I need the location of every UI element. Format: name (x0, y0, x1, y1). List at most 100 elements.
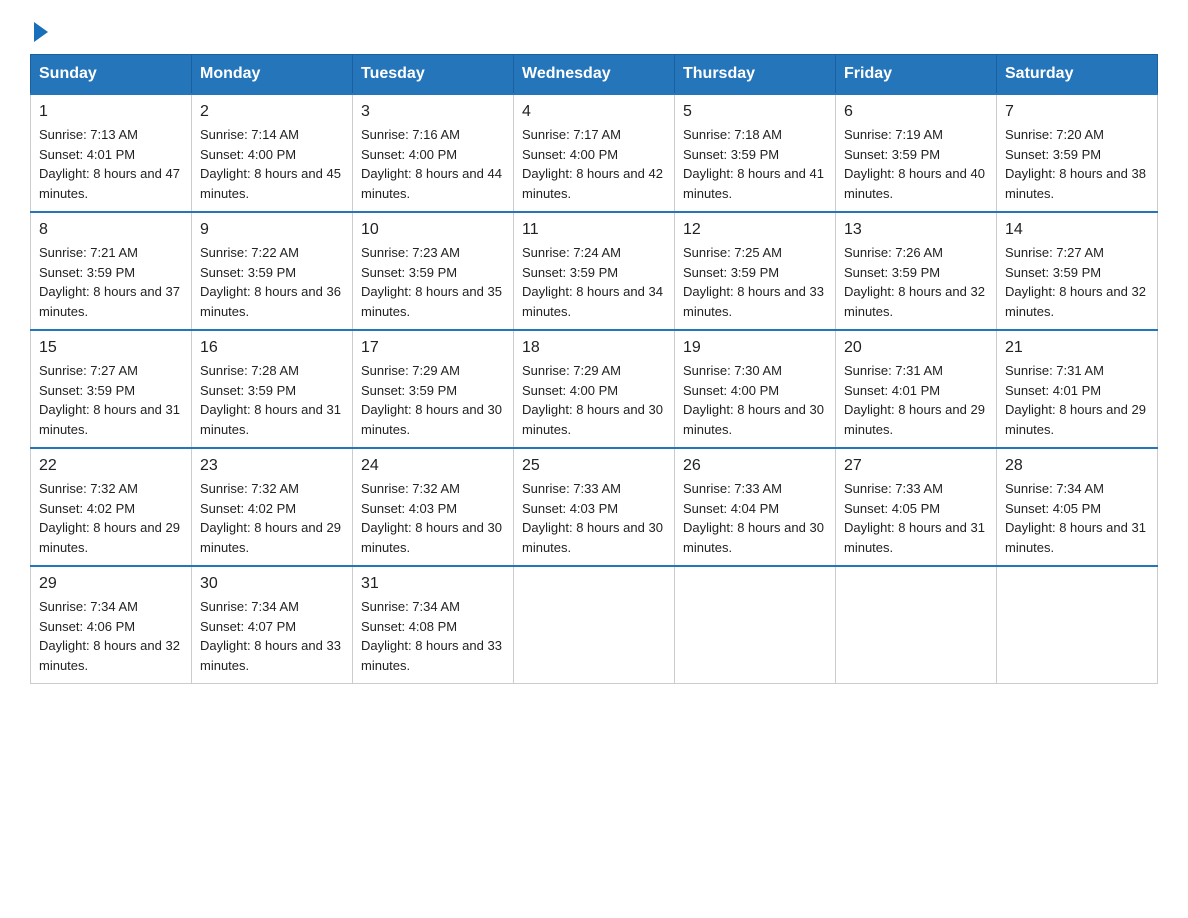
calendar-cell: 28 Sunrise: 7:34 AM Sunset: 4:05 PM Dayl… (997, 448, 1158, 566)
sunrise-label: Sunrise: 7:32 AM (361, 481, 460, 496)
sunrise-label: Sunrise: 7:25 AM (683, 245, 782, 260)
sunset-label: Sunset: 4:08 PM (361, 619, 457, 634)
header-thursday: Thursday (675, 55, 836, 95)
day-number: 16 (200, 339, 344, 357)
day-number: 1 (39, 103, 183, 121)
daylight-label: Daylight: 8 hours and 35 minutes. (361, 284, 502, 319)
week-row-4: 22 Sunrise: 7:32 AM Sunset: 4:02 PM Dayl… (31, 448, 1158, 566)
day-info: Sunrise: 7:32 AM Sunset: 4:02 PM Dayligh… (39, 479, 183, 557)
sunset-label: Sunset: 4:05 PM (844, 501, 940, 516)
day-info: Sunrise: 7:32 AM Sunset: 4:03 PM Dayligh… (361, 479, 505, 557)
sunset-label: Sunset: 4:07 PM (200, 619, 296, 634)
calendar-cell: 25 Sunrise: 7:33 AM Sunset: 4:03 PM Dayl… (514, 448, 675, 566)
day-info: Sunrise: 7:27 AM Sunset: 3:59 PM Dayligh… (39, 361, 183, 439)
day-info: Sunrise: 7:18 AM Sunset: 3:59 PM Dayligh… (683, 125, 827, 203)
sunset-label: Sunset: 4:01 PM (844, 383, 940, 398)
calendar-cell: 29 Sunrise: 7:34 AM Sunset: 4:06 PM Dayl… (31, 566, 192, 684)
daylight-label: Daylight: 8 hours and 29 minutes. (1005, 402, 1146, 437)
daylight-label: Daylight: 8 hours and 30 minutes. (361, 402, 502, 437)
page-header (30, 20, 1158, 38)
day-number: 9 (200, 221, 344, 239)
calendar-cell: 6 Sunrise: 7:19 AM Sunset: 3:59 PM Dayli… (836, 94, 997, 212)
day-number: 21 (1005, 339, 1149, 357)
sunset-label: Sunset: 3:59 PM (683, 147, 779, 162)
day-info: Sunrise: 7:34 AM Sunset: 4:05 PM Dayligh… (1005, 479, 1149, 557)
daylight-label: Daylight: 8 hours and 31 minutes. (1005, 520, 1146, 555)
sunrise-label: Sunrise: 7:16 AM (361, 127, 460, 142)
daylight-label: Daylight: 8 hours and 33 minutes. (683, 284, 824, 319)
sunset-label: Sunset: 3:59 PM (39, 265, 135, 280)
sunset-label: Sunset: 3:59 PM (522, 265, 618, 280)
sunrise-label: Sunrise: 7:29 AM (522, 363, 621, 378)
day-number: 19 (683, 339, 827, 357)
day-number: 4 (522, 103, 666, 121)
sunrise-label: Sunrise: 7:33 AM (683, 481, 782, 496)
calendar-cell: 30 Sunrise: 7:34 AM Sunset: 4:07 PM Dayl… (192, 566, 353, 684)
day-number: 2 (200, 103, 344, 121)
day-number: 30 (200, 575, 344, 593)
day-number: 3 (361, 103, 505, 121)
sunset-label: Sunset: 3:59 PM (39, 383, 135, 398)
day-number: 27 (844, 457, 988, 475)
daylight-label: Daylight: 8 hours and 30 minutes. (522, 402, 663, 437)
calendar-table: SundayMondayTuesdayWednesdayThursdayFrid… (30, 54, 1158, 684)
sunrise-label: Sunrise: 7:21 AM (39, 245, 138, 260)
header-friday: Friday (836, 55, 997, 95)
daylight-label: Daylight: 8 hours and 36 minutes. (200, 284, 341, 319)
sunset-label: Sunset: 4:05 PM (1005, 501, 1101, 516)
calendar-cell: 27 Sunrise: 7:33 AM Sunset: 4:05 PM Dayl… (836, 448, 997, 566)
day-info: Sunrise: 7:32 AM Sunset: 4:02 PM Dayligh… (200, 479, 344, 557)
sunrise-label: Sunrise: 7:26 AM (844, 245, 943, 260)
sunrise-label: Sunrise: 7:34 AM (39, 599, 138, 614)
sunrise-label: Sunrise: 7:32 AM (39, 481, 138, 496)
calendar-cell: 16 Sunrise: 7:28 AM Sunset: 3:59 PM Dayl… (192, 330, 353, 448)
sunrise-label: Sunrise: 7:31 AM (1005, 363, 1104, 378)
sunrise-label: Sunrise: 7:18 AM (683, 127, 782, 142)
day-number: 24 (361, 457, 505, 475)
day-info: Sunrise: 7:33 AM Sunset: 4:04 PM Dayligh… (683, 479, 827, 557)
sunset-label: Sunset: 3:59 PM (200, 383, 296, 398)
daylight-label: Daylight: 8 hours and 31 minutes. (200, 402, 341, 437)
daylight-label: Daylight: 8 hours and 40 minutes. (844, 166, 985, 201)
day-info: Sunrise: 7:30 AM Sunset: 4:00 PM Dayligh… (683, 361, 827, 439)
day-info: Sunrise: 7:19 AM Sunset: 3:59 PM Dayligh… (844, 125, 988, 203)
daylight-label: Daylight: 8 hours and 31 minutes. (39, 402, 180, 437)
calendar-cell: 26 Sunrise: 7:33 AM Sunset: 4:04 PM Dayl… (675, 448, 836, 566)
daylight-label: Daylight: 8 hours and 30 minutes. (361, 520, 502, 555)
calendar-cell: 11 Sunrise: 7:24 AM Sunset: 3:59 PM Dayl… (514, 212, 675, 330)
calendar-cell: 5 Sunrise: 7:18 AM Sunset: 3:59 PM Dayli… (675, 94, 836, 212)
sunset-label: Sunset: 3:59 PM (683, 265, 779, 280)
daylight-label: Daylight: 8 hours and 32 minutes. (844, 284, 985, 319)
calendar-cell: 12 Sunrise: 7:25 AM Sunset: 3:59 PM Dayl… (675, 212, 836, 330)
day-info: Sunrise: 7:21 AM Sunset: 3:59 PM Dayligh… (39, 243, 183, 321)
day-info: Sunrise: 7:29 AM Sunset: 3:59 PM Dayligh… (361, 361, 505, 439)
day-number: 29 (39, 575, 183, 593)
calendar-cell: 24 Sunrise: 7:32 AM Sunset: 4:03 PM Dayl… (353, 448, 514, 566)
day-info: Sunrise: 7:20 AM Sunset: 3:59 PM Dayligh… (1005, 125, 1149, 203)
sunset-label: Sunset: 4:01 PM (1005, 383, 1101, 398)
day-info: Sunrise: 7:26 AM Sunset: 3:59 PM Dayligh… (844, 243, 988, 321)
sunset-label: Sunset: 3:59 PM (361, 265, 457, 280)
day-info: Sunrise: 7:28 AM Sunset: 3:59 PM Dayligh… (200, 361, 344, 439)
day-number: 18 (522, 339, 666, 357)
calendar-cell: 20 Sunrise: 7:31 AM Sunset: 4:01 PM Dayl… (836, 330, 997, 448)
sunrise-label: Sunrise: 7:19 AM (844, 127, 943, 142)
sunset-label: Sunset: 3:59 PM (200, 265, 296, 280)
day-number: 10 (361, 221, 505, 239)
logo-arrow-icon (34, 22, 48, 42)
header-wednesday: Wednesday (514, 55, 675, 95)
sunrise-label: Sunrise: 7:34 AM (1005, 481, 1104, 496)
week-row-5: 29 Sunrise: 7:34 AM Sunset: 4:06 PM Dayl… (31, 566, 1158, 684)
sunset-label: Sunset: 4:01 PM (39, 147, 135, 162)
daylight-label: Daylight: 8 hours and 45 minutes. (200, 166, 341, 201)
calendar-cell: 8 Sunrise: 7:21 AM Sunset: 3:59 PM Dayli… (31, 212, 192, 330)
calendar-cell: 1 Sunrise: 7:13 AM Sunset: 4:01 PM Dayli… (31, 94, 192, 212)
calendar-cell: 4 Sunrise: 7:17 AM Sunset: 4:00 PM Dayli… (514, 94, 675, 212)
day-number: 23 (200, 457, 344, 475)
sunset-label: Sunset: 4:02 PM (200, 501, 296, 516)
calendar-cell: 18 Sunrise: 7:29 AM Sunset: 4:00 PM Dayl… (514, 330, 675, 448)
sunset-label: Sunset: 4:06 PM (39, 619, 135, 634)
daylight-label: Daylight: 8 hours and 37 minutes. (39, 284, 180, 319)
logo (30, 20, 48, 38)
sunrise-label: Sunrise: 7:34 AM (361, 599, 460, 614)
